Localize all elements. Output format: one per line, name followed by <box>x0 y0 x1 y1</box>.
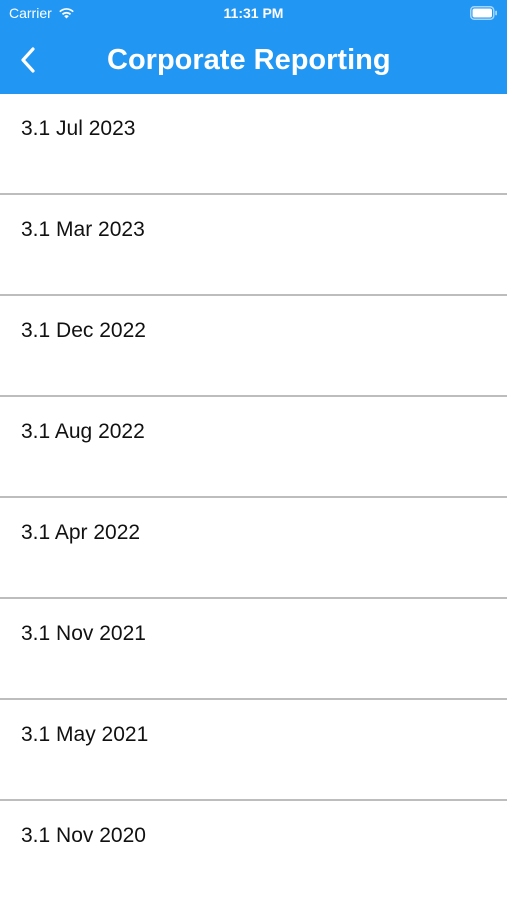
report-list: 3.1 Jul 2023 3.1 Mar 2023 3.1 Dec 2022 3… <box>0 94 507 900</box>
list-item[interactable]: 3.1 Aug 2022 <box>0 397 507 498</box>
report-label: 3.1 Nov 2020 <box>21 824 146 847</box>
navigation-bar: Corporate Reporting <box>0 30 507 90</box>
back-button[interactable] <box>10 42 46 78</box>
chevron-left-icon <box>21 47 35 73</box>
list-item[interactable]: 3.1 Nov 2020 <box>0 801 507 900</box>
status-bar: Carrier 11:31 PM <box>0 0 507 28</box>
list-item[interactable]: 3.1 May 2021 <box>0 700 507 801</box>
report-label: 3.1 Nov 2021 <box>21 622 146 645</box>
report-label: 3.1 Aug 2022 <box>21 420 145 443</box>
status-time: 11:31 PM <box>223 5 284 21</box>
app-screen: Carrier 11:31 PM Corporate Reporting 3.1… <box>0 0 507 900</box>
app-bar: Carrier 11:31 PM Corporate Reporting <box>0 0 507 94</box>
list-item[interactable]: 3.1 Nov 2021 <box>0 599 507 700</box>
list-item[interactable]: 3.1 Jul 2023 <box>0 94 507 195</box>
report-label: 3.1 Apr 2022 <box>21 521 141 544</box>
list-item[interactable]: 3.1 Mar 2023 <box>0 195 507 296</box>
report-label: 3.1 Jul 2023 <box>21 117 136 140</box>
report-label: 3.1 Dec 2022 <box>21 319 146 342</box>
list-item[interactable]: 3.1 Dec 2022 <box>0 296 507 397</box>
report-label: 3.1 May 2021 <box>21 723 149 746</box>
list-item[interactable]: 3.1 Apr 2022 <box>0 498 507 599</box>
report-label: 3.1 Mar 2023 <box>21 218 145 241</box>
page-title: Corporate Reporting <box>107 44 391 76</box>
battery-icon <box>470 6 497 20</box>
